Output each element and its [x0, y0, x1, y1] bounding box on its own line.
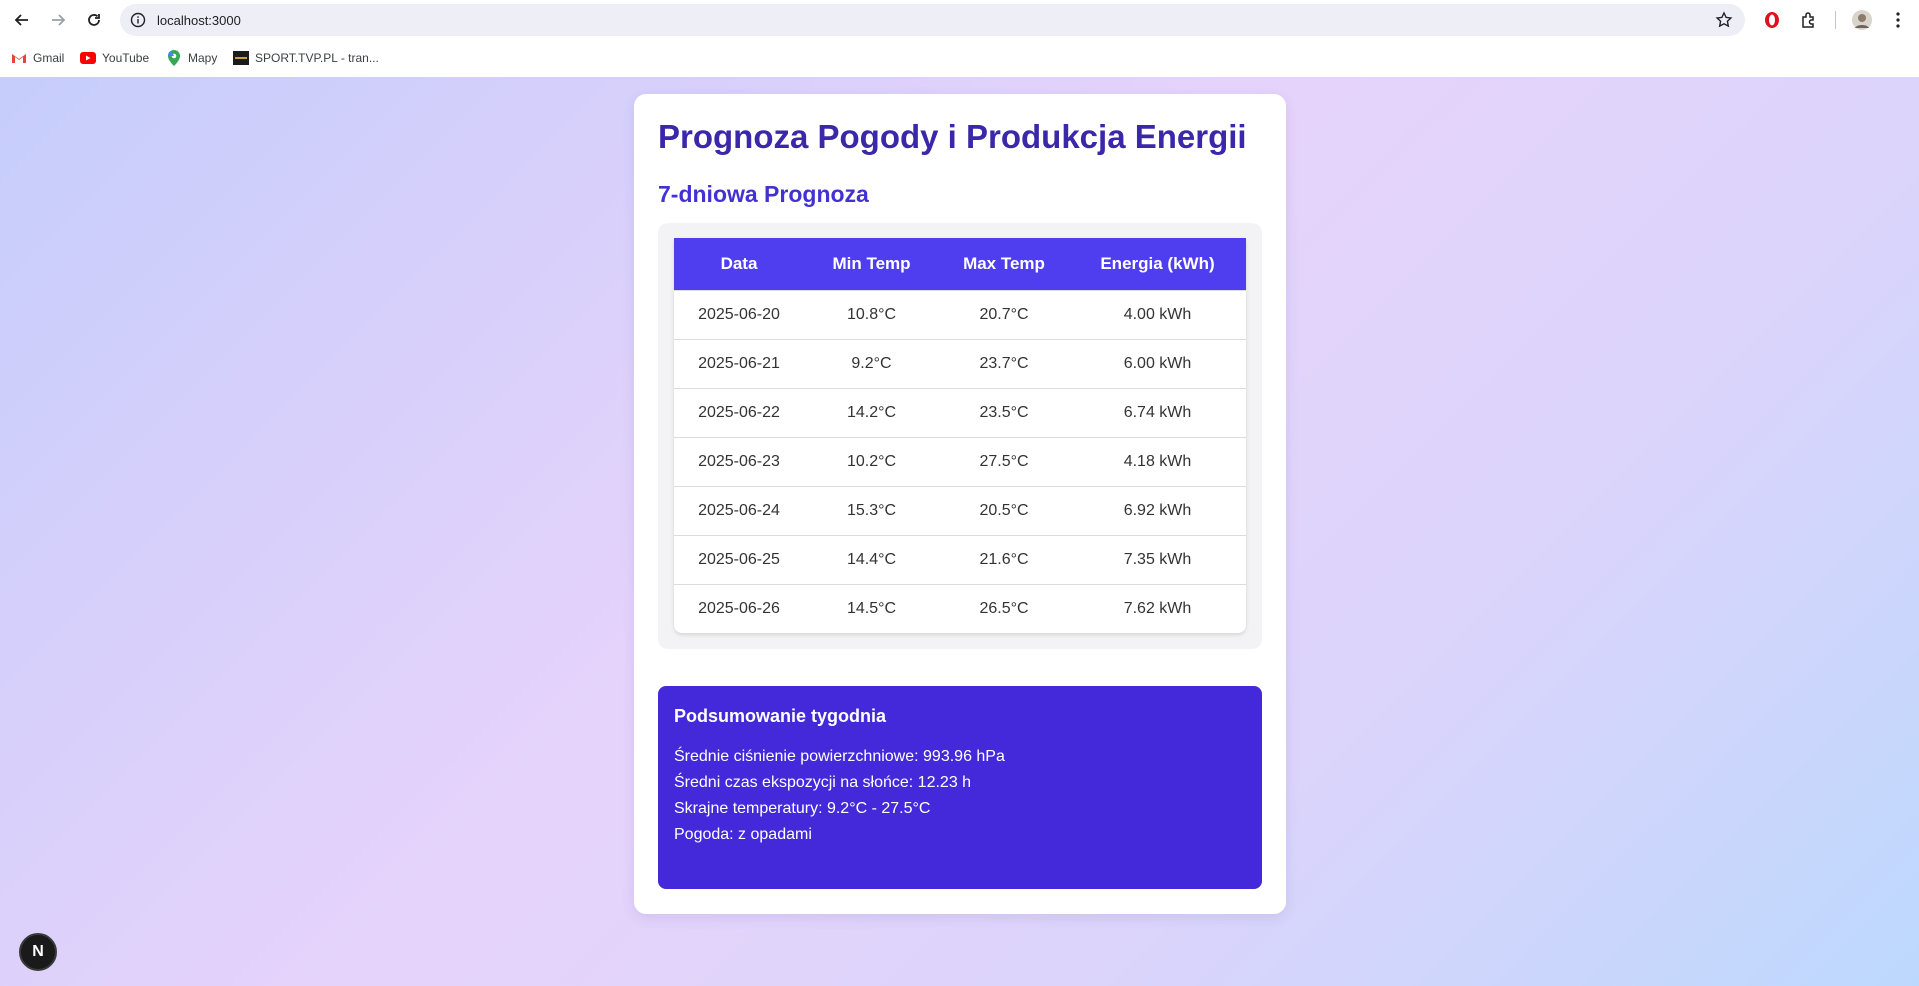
cell-energy: 4.00 kWh	[1069, 289, 1246, 339]
cell-date: 2025-06-20	[674, 289, 804, 339]
bookmark-label: SPORT.TVP.PL - tran...	[255, 51, 379, 65]
cell-min-temp: 9.2°C	[804, 338, 939, 388]
cell-min-temp: 10.2°C	[804, 436, 939, 486]
cell-energy: 4.18 kWh	[1069, 436, 1246, 486]
cell-min-temp: 14.5°C	[804, 583, 939, 633]
header-min-temp: Min Temp	[804, 238, 939, 290]
forecast-card: Prognoza Pogody i Produkcja Energii 7-dn…	[634, 94, 1286, 914]
forecast-subtitle: 7-dniowa Prognoza	[658, 181, 869, 207]
page-title: Prognoza Pogody i Produkcja Energii	[658, 118, 1247, 155]
cell-min-temp: 10.8°C	[804, 289, 939, 339]
table-row: 2025-06-22 14.2°C 23.5°C 6.74 kWh	[674, 387, 1246, 437]
cell-energy: 6.00 kWh	[1069, 338, 1246, 388]
reload-icon[interactable]	[82, 8, 106, 32]
cell-max-temp: 20.5°C	[939, 485, 1069, 535]
cell-max-temp: 20.7°C	[939, 289, 1069, 339]
weekly-summary: Podsumowanie tygodnia Średnie ciśnienie …	[658, 686, 1262, 889]
bookmark-youtube[interactable]: YouTube	[80, 49, 149, 67]
browser-toolbar: localhost:3000	[0, 0, 1919, 40]
table-row: 2025-06-21 9.2°C 23.7°C 6.00 kWh	[674, 338, 1246, 388]
table-row: 2025-06-26 14.5°C 26.5°C 7.62 kWh	[674, 583, 1246, 633]
table-row: 2025-06-25 14.4°C 21.6°C 7.35 kWh	[674, 534, 1246, 584]
cell-date: 2025-06-22	[674, 387, 804, 437]
summary-title: Podsumowanie tygodnia	[674, 706, 887, 726]
summary-temperature-range: Skrajne temperatury: 9.2°C - 27.5°C	[674, 800, 931, 817]
bookmarks-bar: Gmail YouTube Mapy SPORT.TVP.PL - tran..…	[0, 40, 1919, 77]
opera-icon[interactable]	[1762, 10, 1782, 30]
bookmark-gmail[interactable]: Gmail	[11, 49, 64, 67]
cell-energy: 7.35 kWh	[1069, 534, 1246, 584]
forecast-table: Data Min Temp Max Temp Energia (kWh) 202…	[674, 238, 1246, 633]
tvp-sport-icon	[233, 50, 249, 66]
url-text[interactable]: localhost:3000	[157, 13, 241, 28]
bookmark-label: Gmail	[33, 51, 65, 65]
cell-max-temp: 23.5°C	[939, 387, 1069, 437]
extensions-icon[interactable]	[1799, 10, 1819, 30]
summary-sun-exposure: Średni czas ekspozycji na słońce: 12.23 …	[674, 774, 972, 791]
forward-icon[interactable]	[46, 8, 70, 32]
bookmark-label: Mapy	[188, 51, 218, 65]
table-row: 2025-06-24 15.3°C 20.5°C 6.92 kWh	[674, 485, 1246, 535]
cell-max-temp: 23.7°C	[939, 338, 1069, 388]
menu-icon[interactable]	[1888, 10, 1908, 30]
bookmark-sport-tvp[interactable]: SPORT.TVP.PL - tran...	[233, 49, 379, 67]
page-viewport: Prognoza Pogody i Produkcja Energii 7-dn…	[0, 77, 1919, 986]
cell-min-temp: 15.3°C	[804, 485, 939, 535]
header-data: Data	[674, 238, 804, 290]
bookmark-label: YouTube	[102, 51, 150, 65]
header-energy: Energia (kWh)	[1069, 238, 1246, 290]
cell-min-temp: 14.4°C	[804, 534, 939, 584]
nextjs-dev-badge[interactable]: N	[19, 933, 57, 971]
cell-max-temp: 27.5°C	[939, 436, 1069, 486]
cell-date: 2025-06-23	[674, 436, 804, 486]
cell-date: 2025-06-21	[674, 338, 804, 388]
table-row: 2025-06-20 10.8°C 20.7°C 4.00 kWh	[674, 289, 1246, 339]
cell-date: 2025-06-25	[674, 534, 804, 584]
cell-max-temp: 21.6°C	[939, 534, 1069, 584]
cell-energy: 7.62 kWh	[1069, 583, 1246, 633]
table-header-row: Data Min Temp Max Temp Energia (kWh)	[674, 238, 1246, 290]
bookmark-star-icon[interactable]	[1715, 11, 1733, 29]
cell-min-temp: 14.2°C	[804, 387, 939, 437]
profile-avatar[interactable]	[1852, 10, 1872, 30]
youtube-icon	[80, 50, 96, 66]
table-row: 2025-06-23 10.2°C 27.5°C 4.18 kWh	[674, 436, 1246, 486]
cell-date: 2025-06-26	[674, 583, 804, 633]
cell-date: 2025-06-24	[674, 485, 804, 535]
bookmark-mapy[interactable]: Mapy	[166, 49, 217, 67]
summary-weather: Pogoda: z opadami	[674, 826, 812, 843]
site-info-icon[interactable]	[130, 12, 146, 28]
cell-energy: 6.92 kWh	[1069, 485, 1246, 535]
cell-energy: 6.74 kWh	[1069, 387, 1246, 437]
toolbar-divider	[1835, 11, 1836, 29]
address-bar[interactable]: localhost:3000	[120, 4, 1745, 36]
cell-max-temp: 26.5°C	[939, 583, 1069, 633]
forecast-table-container: Data Min Temp Max Temp Energia (kWh) 202…	[658, 223, 1262, 649]
back-icon[interactable]	[10, 8, 34, 32]
summary-pressure: Średnie ciśnienie powierzchniowe: 993.96…	[674, 748, 1005, 765]
gmail-icon	[11, 50, 27, 66]
maps-icon	[166, 50, 182, 66]
header-max-temp: Max Temp	[939, 238, 1069, 290]
